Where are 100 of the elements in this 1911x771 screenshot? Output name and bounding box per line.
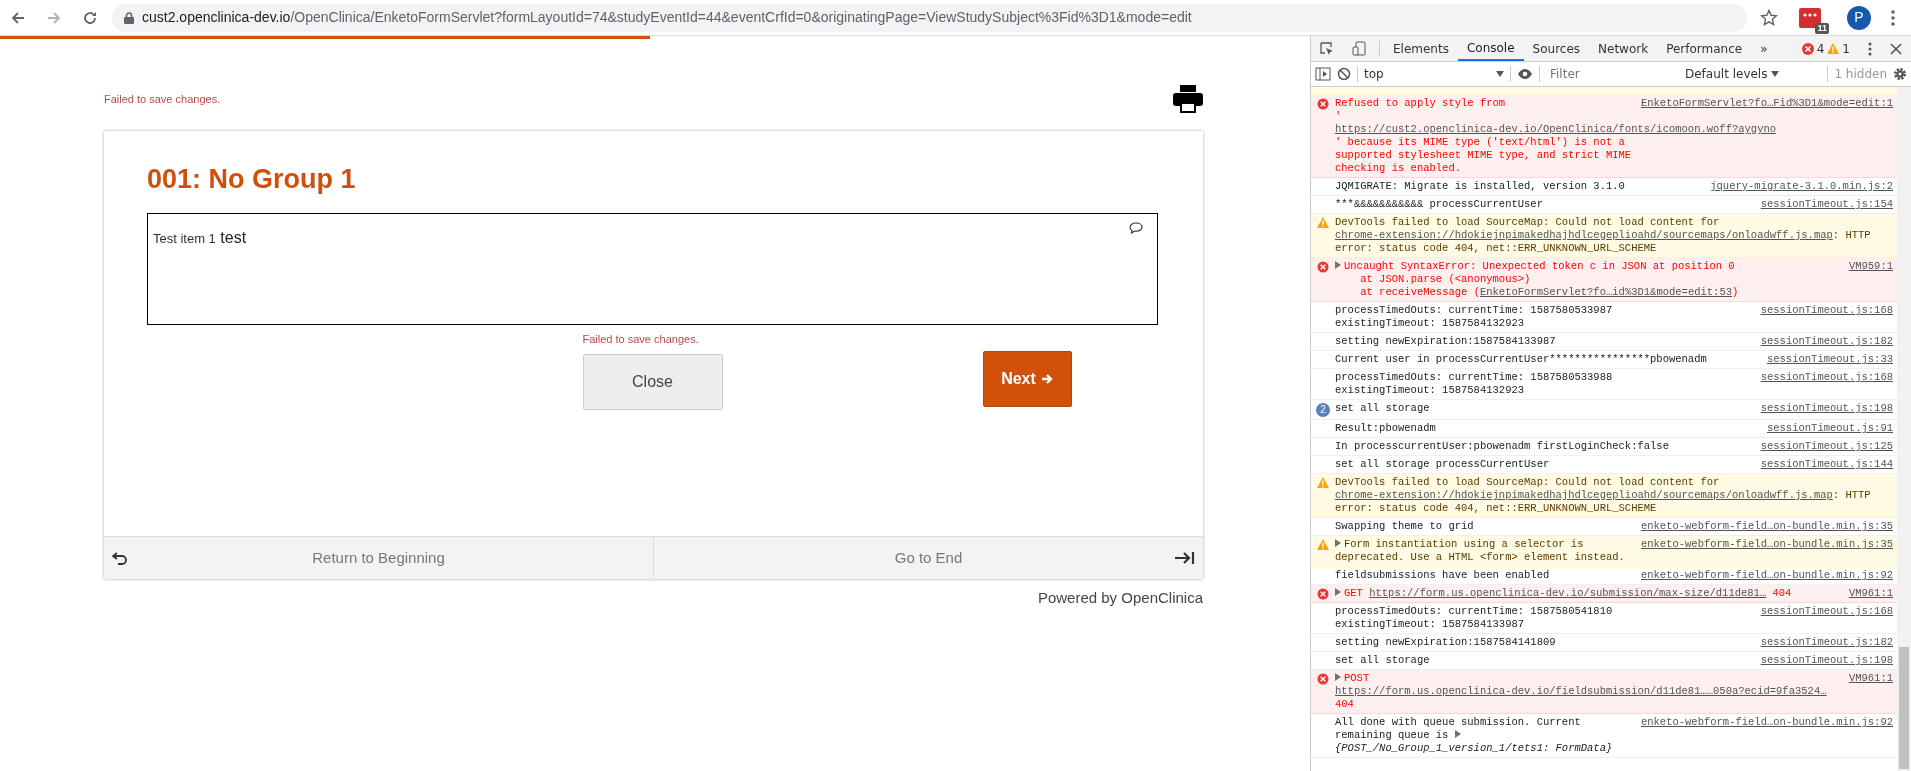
skip-to-end-icon (1174, 551, 1195, 565)
form-title: 001: No Group 1 (147, 163, 357, 196)
hidden-count: 1 hidden (1834, 66, 1887, 83)
extension-badge: 11 (1815, 22, 1829, 34)
log-message: Current user in processCurrentUser****************pbowenadm (1335, 353, 1707, 366)
source-link[interactable]: sessionTimeout.js:198 (1760, 654, 1893, 667)
source-link[interactable]: sessionTimeout.js:154 (1760, 198, 1893, 211)
undo-icon (112, 550, 128, 566)
profile-avatar[interactable]: P (1847, 5, 1871, 30)
source-link[interactable]: sessionTimeout.js:168 (1760, 304, 1893, 317)
warning-icon (1317, 477, 1329, 488)
inspect-icon[interactable] (1320, 41, 1334, 56)
devtools-tab[interactable]: Sources (1523, 36, 1590, 61)
source-link[interactable]: sessionTimeout.js:144 (1760, 458, 1893, 471)
source-link[interactable]: VM961:1 (1848, 672, 1893, 685)
log-message: In processcurrentUser:pbowenadm firstLoginCheck:false (1335, 440, 1669, 453)
log-message: setting newExpiration:1587584133987 (1335, 335, 1556, 348)
eye-icon[interactable] (1517, 68, 1533, 80)
log-message: processTimedOuts: currentTime: 1587580533987 existingTimeout: 1587584132923 (1335, 304, 1613, 330)
log-message: JQMIGRATE: Migrate is installed, version 3.1.0 (1335, 180, 1625, 193)
warning-icon (1827, 43, 1840, 54)
log-message: set all storage processCurrentUser (1335, 458, 1550, 471)
levels-dropdown[interactable]: Default levels (1685, 65, 1780, 83)
source-link[interactable]: sessionTimeout.js:125 (1760, 440, 1893, 453)
error-icon (1317, 261, 1329, 273)
warning-count: 1 (1842, 40, 1850, 58)
log-message: processTimedOuts: currentTime: 1587580541810 existingTimeout: 1587584133987 (1335, 605, 1613, 631)
devtools-tab[interactable]: Network (1589, 36, 1658, 61)
expand-icon[interactable] (1454, 730, 1461, 738)
expand-icon[interactable] (1335, 588, 1341, 596)
source-link[interactable]: sessionTimeout.js:182 (1760, 335, 1893, 348)
lock-icon (124, 11, 134, 24)
error-message: Failed to save changes. (582, 332, 700, 348)
log-message: Uncaught SyntaxError: Unexpected token c in JSON at position 0 at JSON.parse (<anonymous>) at receiveMessage (EnketoFormServlet?fo…id%3D1&mode=edit:53) (1335, 260, 1739, 299)
log-message: Swapping theme to grid (1335, 520, 1474, 533)
source-link[interactable]: enketo-webform-field…on-bundle.min.js:35 (1640, 538, 1893, 551)
log-message: fieldsubmissions have been enabled (1335, 569, 1550, 582)
message-link[interactable]: chrome-extension://hdokiejnpimakedhajhdlcegeplioahd/sourcemaps/onloadwff.js.map (1335, 229, 1833, 241)
message-link[interactable]: EnketoFormServlet?fo…id%3D1&mode=edit:53 (1479, 286, 1732, 298)
devtools-tab[interactable]: Elements (1384, 36, 1458, 61)
scrollbar[interactable] (1897, 87, 1911, 771)
source-link[interactable]: sessionTimeout.js:182 (1760, 636, 1893, 649)
log-message: All done with queue submission. Current remaining queue is {POST_/No_Group_1_version_1/tets1: FormData} (1335, 716, 1614, 755)
caret-icon (1496, 71, 1504, 77)
powered-by-text: Powered by OpenClinica (1037, 589, 1203, 606)
message-link[interactable]: https://form.us.openclinica-dev.io/submission/max-size/d11de81… (1369, 587, 1767, 599)
warning-icon (1317, 217, 1329, 228)
more-tabs-button[interactable]: » (1751, 36, 1777, 61)
log-message: DevTools failed to load SourceMap: Could not load content for chrome-extension://hdokiejnpimakedhajhdlcegeplioahd/sourcemaps/onloadwff.js.map: HTTP error: status code 404, net::ERR_UNKNOWN_URL_SCHEME (1335, 476, 1872, 515)
log-message: ***&&&&&&&&&&& processCurrentUser (1335, 198, 1543, 211)
devtools-tab[interactable]: Performance (1657, 36, 1752, 61)
source-link[interactable]: sessionTimeout.js:198 (1760, 402, 1893, 415)
log-message: Result:pbowenadm (1335, 422, 1436, 435)
url-text: cust2.openclinica-dev.io/OpenClinica/EnketoFormServlet?formLayoutId=74&studyEventId=44&eventCrfId=0&originatingPage=ViewStudySubject%3Fid%3D1&mode=edit (142, 8, 1192, 27)
source-link[interactable]: VM959:1 (1848, 260, 1893, 273)
error-message: Failed to save changes. (104, 91, 221, 107)
error-icon (1317, 673, 1329, 685)
source-link[interactable]: jquery-migrate-3.1.0.min.js:2 (1710, 180, 1893, 193)
field-label: Test item 1 (153, 230, 216, 249)
source-link[interactable]: EnketoFormServlet?fo…Fid%3D1&mode=edit:1 (1640, 97, 1893, 110)
text-field[interactable]: test (220, 226, 1120, 251)
message-link[interactable]: https://cust2.openclinica-dev.io/OpenClinica/fonts/icomoon.woff?aygyno (1335, 123, 1777, 135)
close-icon[interactable] (1890, 42, 1902, 55)
expand-icon[interactable] (1335, 673, 1341, 681)
error-icon (1317, 98, 1329, 110)
menu-icon[interactable] (1868, 41, 1872, 56)
source-link[interactable]: sessionTimeout.js:168 (1760, 371, 1893, 384)
log-message: GET https://form.us.openclinica-dev.io/submission/max-size/d11de81… 404 (1335, 587, 1792, 600)
source-link[interactable]: enketo-webform-field…on-bundle.min.js:92 (1640, 716, 1893, 729)
expand-icon[interactable] (1335, 539, 1341, 547)
print-icon[interactable] (1173, 85, 1203, 113)
error-icon (1801, 42, 1814, 55)
context-select[interactable]: top (1364, 65, 1504, 83)
log-message: DevTools failed to load SourceMap: Could not load content for chrome-extension://hdokiejnpimakedhajhdlcegeplioahd/sourcemaps/onloadwff.js.map: HTTP error: status code 404, net::ERR_UNKNOWN_URL_SCHEME (1335, 216, 1872, 255)
log-message: processTimedOuts: currentTime: 1587580533988 existingTimeout: 1587584132923 (1335, 371, 1613, 397)
comment-icon[interactable] (1129, 222, 1143, 235)
expand-icon[interactable] (1335, 261, 1341, 269)
repeat-count: 2 (1316, 403, 1330, 417)
close-button[interactable]: Close (582, 353, 723, 410)
caret-icon (1771, 71, 1780, 77)
settings-icon[interactable] (1893, 67, 1907, 81)
device-icon[interactable] (1352, 41, 1366, 56)
source-link[interactable]: sessionTimeout.js:168 (1760, 605, 1893, 618)
clear-icon[interactable] (1337, 67, 1351, 81)
log-message: set all storage (1335, 654, 1430, 667)
source-link[interactable]: enketo-webform-field…on-bundle.min.js:35 (1640, 520, 1893, 533)
sidebar-icon[interactable] (1315, 67, 1331, 81)
source-link[interactable]: VM961:1 (1848, 587, 1893, 600)
source-link[interactable]: enketo-webform-field…on-bundle.min.js:92 (1640, 569, 1893, 582)
warning-icon (1317, 539, 1329, 550)
message-link[interactable]: chrome-extension://hdokiejnpimakedhajhdlcegeplioahd/sourcemaps/onloadwff.js.map (1335, 489, 1833, 501)
log-message: set all storage (1335, 402, 1430, 415)
next-button[interactable]: Next (982, 351, 1072, 408)
address-bar[interactable]: cust2.openclinica-dev.io/OpenClinica/EnketoFormServlet?formLayoutId=74&studyEventId=44&eventCrfId=0&originatingPage=ViewStudySubject%3Fid%3D1&mode=edit (112, 3, 1747, 32)
message-link[interactable]: https://form.us.openclinica-dev.io/fieldsubmission/d11de81……050a?ecid=9fa3524… (1335, 685, 1827, 697)
log-message: setting newExpiration:1587584141809 (1335, 636, 1556, 649)
log-message: POST https://form.us.openclinica-dev.io/fieldsubmission/d11de81……050a?ecid=9fa3524… 404 (1335, 672, 1828, 711)
error-count: 4 (1816, 40, 1825, 58)
source-link[interactable]: sessionTimeout.js:91 (1766, 422, 1893, 435)
source-link[interactable]: sessionTimeout.js:33 (1766, 353, 1893, 366)
